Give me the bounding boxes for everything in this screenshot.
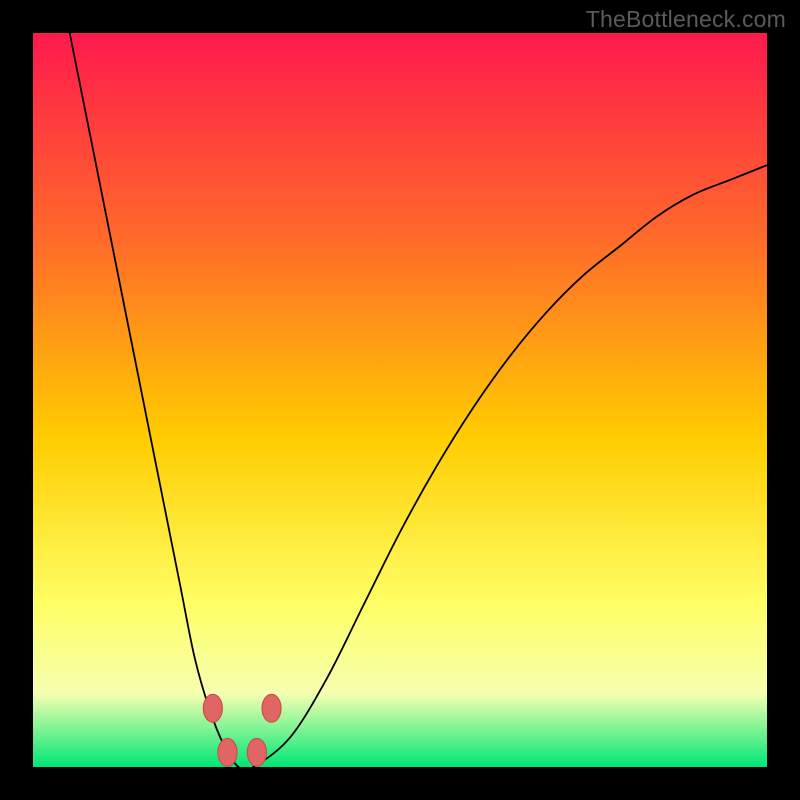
watermark-label: TheBottleneck.com <box>586 6 786 33</box>
bottleneck-chart <box>33 33 767 767</box>
curve-marker <box>218 738 237 766</box>
curve-marker <box>247 738 266 766</box>
chart-container: TheBottleneck.com <box>0 0 800 800</box>
curve-marker <box>262 694 281 722</box>
curve-marker <box>203 694 222 722</box>
